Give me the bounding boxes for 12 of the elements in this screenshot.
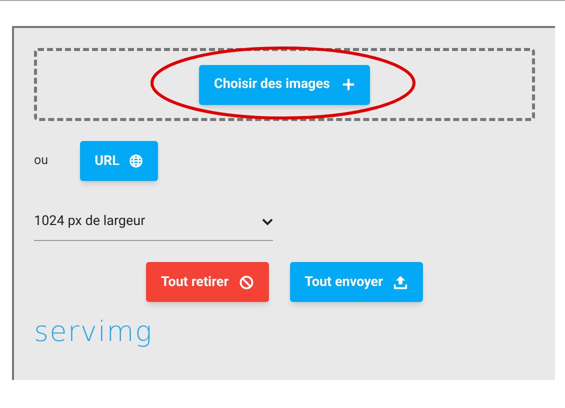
choose-images-button[interactable]: Choisir des images [198,64,370,104]
url-button[interactable]: URL [80,141,158,181]
remove-all-button[interactable]: Tout retirer [146,262,269,302]
prohibited-icon [238,274,254,290]
chevron-down-icon [262,218,273,226]
globe-icon [129,154,144,168]
plus-icon [342,78,355,91]
servimg-logo: servimg [34,316,153,348]
size-select[interactable]: 1024 px de largeur [34,203,273,241]
or-label: ou [34,152,50,170]
upload-icon [393,274,408,290]
send-all-button[interactable]: Tout envoyer [290,262,424,302]
